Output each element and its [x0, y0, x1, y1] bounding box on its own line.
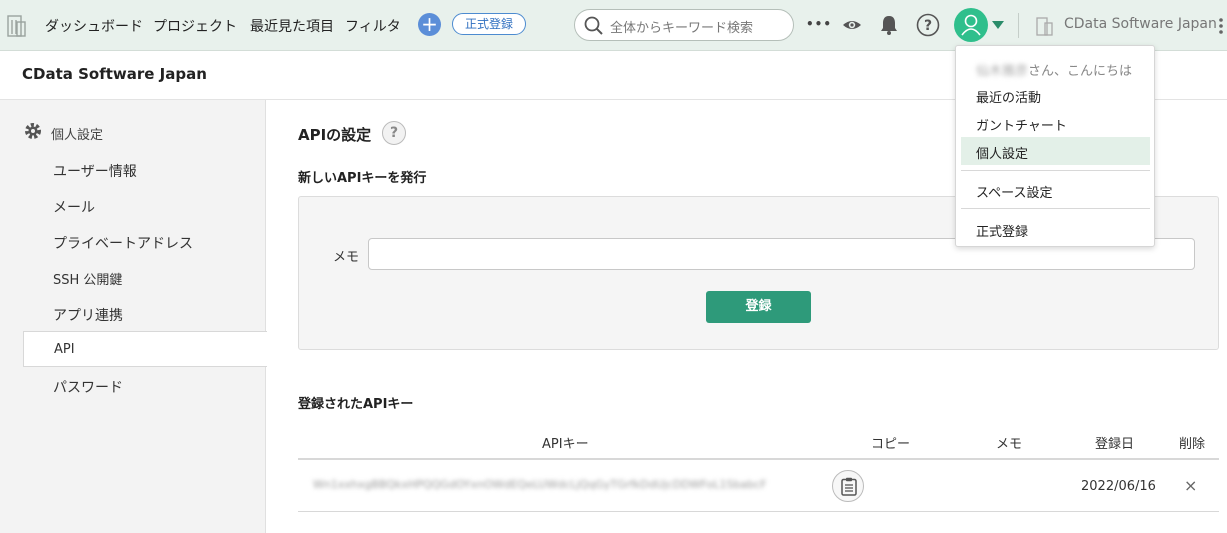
sidebar-item-ssh-key[interactable]: SSH 公開鍵 [53, 269, 122, 288]
registered-keys-heading: 登録されたAPIキー [298, 397, 414, 412]
nav-dashboard[interactable]: ダッシュボード [45, 16, 143, 36]
register-badge[interactable]: 正式登録 [452, 13, 526, 35]
col-header-copy: コピー [871, 437, 911, 452]
settings-sidebar: 個人設定 ユーザー情報 メール プライベートアドレス SSH 公開鍵 アプリ連携… [0, 100, 267, 533]
nav-filter[interactable]: フィルタ [345, 16, 401, 36]
memo-label: メモ [333, 250, 360, 265]
col-header-date: 登録日 [1095, 437, 1135, 452]
table-row-divider [298, 511, 1219, 512]
search-icon [584, 16, 603, 35]
sidebar-item-user-info[interactable]: ユーザー情報 [53, 161, 137, 181]
space-building-icon[interactable] [1034, 14, 1056, 38]
bell-icon[interactable] [879, 14, 899, 36]
space-title: CData Software Japan [22, 65, 207, 83]
user-avatar[interactable] [954, 8, 988, 42]
space-name-link[interactable]: CData Software Japan [1064, 16, 1217, 32]
menu-item-personal-settings[interactable]: 個人設定 [976, 143, 1028, 162]
sidebar-item-api[interactable]: API [23, 331, 267, 367]
col-header-api-key: APIキー [542, 437, 589, 452]
menu-divider [961, 208, 1150, 209]
sidebar-section-label: 個人設定 [51, 128, 104, 143]
clipboard-icon [841, 477, 857, 496]
global-search[interactable]: 全体からキーワード検索 [574, 9, 794, 41]
new-key-heading: 新しいAPIキーを発行 [298, 171, 427, 186]
watch-eye-icon[interactable] [842, 15, 862, 35]
register-button[interactable]: 登録 [706, 291, 811, 323]
add-button[interactable]: + [418, 13, 441, 36]
global-header: ダッシュボード プロジェクト 最近見た項目 フィルタ + 正式登録 全体からキー… [0, 0, 1227, 51]
sidebar-item-app-integration[interactable]: アプリ連携 [53, 305, 123, 325]
sidebar-item-label: API [54, 342, 75, 357]
greeting-suffix: さん、こんにちは [1028, 64, 1133, 79]
help-icon[interactable]: ? [916, 13, 940, 37]
col-header-memo: メモ [996, 437, 1023, 452]
table-header-divider [298, 458, 1219, 460]
api-key-value: Wn1xxhxgBBQkxHPQQGdOYxnOWdEQeLUWdcLjQqGy… [313, 478, 767, 491]
page-title: APIの設定 [298, 126, 372, 144]
user-menu-dropdown: 仙木雅彦さん、こんにちは 最近の活動 ガントチャート 個人設定 スペース設定 正… [955, 45, 1155, 247]
menu-item-gantt-chart[interactable]: ガントチャート [976, 115, 1067, 134]
svg-text:?: ? [924, 18, 932, 34]
more-icon[interactable]: ••• [806, 17, 832, 31]
user-icon [961, 14, 981, 36]
header-divider [1018, 13, 1019, 38]
copy-button[interactable] [832, 470, 864, 502]
search-input[interactable]: 全体からキーワード検索 [610, 17, 753, 36]
user-greeting: 仙木雅彦さん、こんにちは [976, 60, 1132, 79]
nav-recent[interactable]: 最近見た項目 [250, 16, 334, 36]
gear-icon [25, 123, 41, 139]
space-home-icon[interactable] [3, 10, 29, 40]
menu-item-space-settings[interactable]: スペース設定 [976, 182, 1052, 201]
col-header-delete: 削除 [1179, 437, 1206, 452]
sidebar-item-password[interactable]: パスワード [53, 377, 123, 397]
registered-date: 2022/06/16 [1081, 479, 1156, 494]
user-name: 仙木雅彦 [976, 64, 1029, 79]
menu-divider [961, 170, 1150, 171]
sidebar-item-mail[interactable]: メール [53, 197, 95, 217]
menu-item-recent-activity[interactable]: 最近の活動 [976, 87, 1041, 106]
sidebar-item-private-address[interactable]: プライベートアドレス [53, 233, 193, 253]
space-menu-icon[interactable] [1218, 17, 1224, 35]
nav-projects[interactable]: プロジェクト [153, 16, 237, 36]
caret-down-icon[interactable] [992, 21, 1004, 29]
help-button[interactable]: ? [382, 121, 406, 145]
delete-icon[interactable]: × [1184, 476, 1197, 495]
menu-item-register[interactable]: 正式登録 [976, 221, 1028, 240]
